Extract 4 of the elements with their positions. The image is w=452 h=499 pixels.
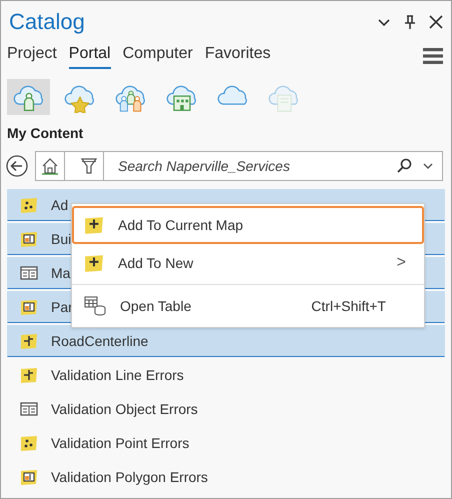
submenu-arrow: > xyxy=(396,254,406,272)
section-heading: My Content xyxy=(6,124,84,143)
shortcut-text: Ctrl+Shift+T xyxy=(311,298,387,314)
window-title: Catalog xyxy=(9,9,86,35)
